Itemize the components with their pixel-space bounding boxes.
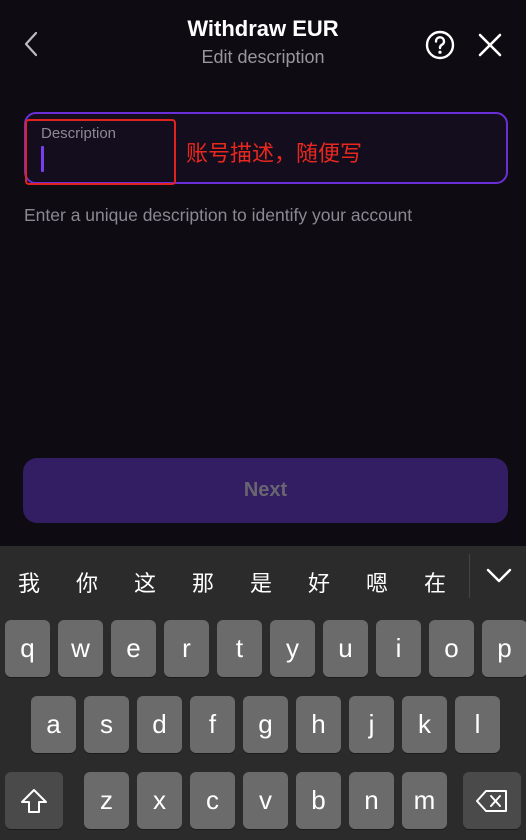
key-n[interactable]: n [349, 772, 394, 829]
key-y[interactable]: y [270, 620, 315, 677]
key-z[interactable]: z [84, 772, 129, 829]
key-g[interactable]: g [243, 696, 288, 753]
candidate-word[interactable]: 这 [125, 566, 165, 598]
key-x[interactable]: x [137, 772, 182, 829]
key-l[interactable]: l [455, 696, 500, 753]
key-j[interactable]: j [349, 696, 394, 753]
key-t[interactable]: t [217, 620, 262, 677]
key-d[interactable]: d [137, 696, 182, 753]
key-c[interactable]: c [190, 772, 235, 829]
close-icon[interactable] [474, 29, 506, 61]
key-e[interactable]: e [111, 620, 156, 677]
key-h[interactable]: h [296, 696, 341, 753]
question-circle-icon[interactable] [424, 29, 456, 61]
candidate-word[interactable]: 那 [183, 566, 223, 598]
key-o[interactable]: o [429, 620, 474, 677]
candidate-divider [469, 554, 470, 598]
key-b[interactable]: b [296, 772, 341, 829]
candidate-word[interactable]: 好 [299, 566, 339, 598]
candidate-word[interactable]: 我 [9, 566, 49, 598]
backspace-icon[interactable] [463, 772, 521, 829]
candidate-word[interactable]: 嗯 [357, 566, 397, 598]
key-p[interactable]: p [482, 620, 526, 677]
key-m[interactable]: m [402, 772, 447, 829]
key-k[interactable]: k [402, 696, 447, 753]
chevron-down-icon[interactable] [482, 560, 516, 590]
key-u[interactable]: u [323, 620, 368, 677]
key-f[interactable]: f [190, 696, 235, 753]
annotation-note: 账号描述，随便写 [186, 142, 363, 167]
key-a[interactable]: a [31, 696, 76, 753]
key-i[interactable]: i [376, 620, 421, 677]
key-r[interactable]: r [164, 620, 209, 677]
candidate-word[interactable]: 你 [67, 566, 107, 598]
shift-icon[interactable] [5, 772, 63, 829]
key-q[interactable]: q [5, 620, 50, 677]
candidate-word[interactable]: 是 [241, 566, 281, 598]
key-v[interactable]: v [243, 772, 288, 829]
annotation-highlight-box [25, 119, 176, 185]
key-w[interactable]: w [58, 620, 103, 677]
next-button[interactable]: Next [23, 458, 508, 523]
key-s[interactable]: s [84, 696, 129, 753]
helper-text: Enter a unique description to identify y… [24, 205, 413, 225]
withdraw-screen: Withdraw EUR Edit description Descriptio… [0, 0, 526, 840]
candidate-word[interactable]: 在 [415, 566, 455, 598]
